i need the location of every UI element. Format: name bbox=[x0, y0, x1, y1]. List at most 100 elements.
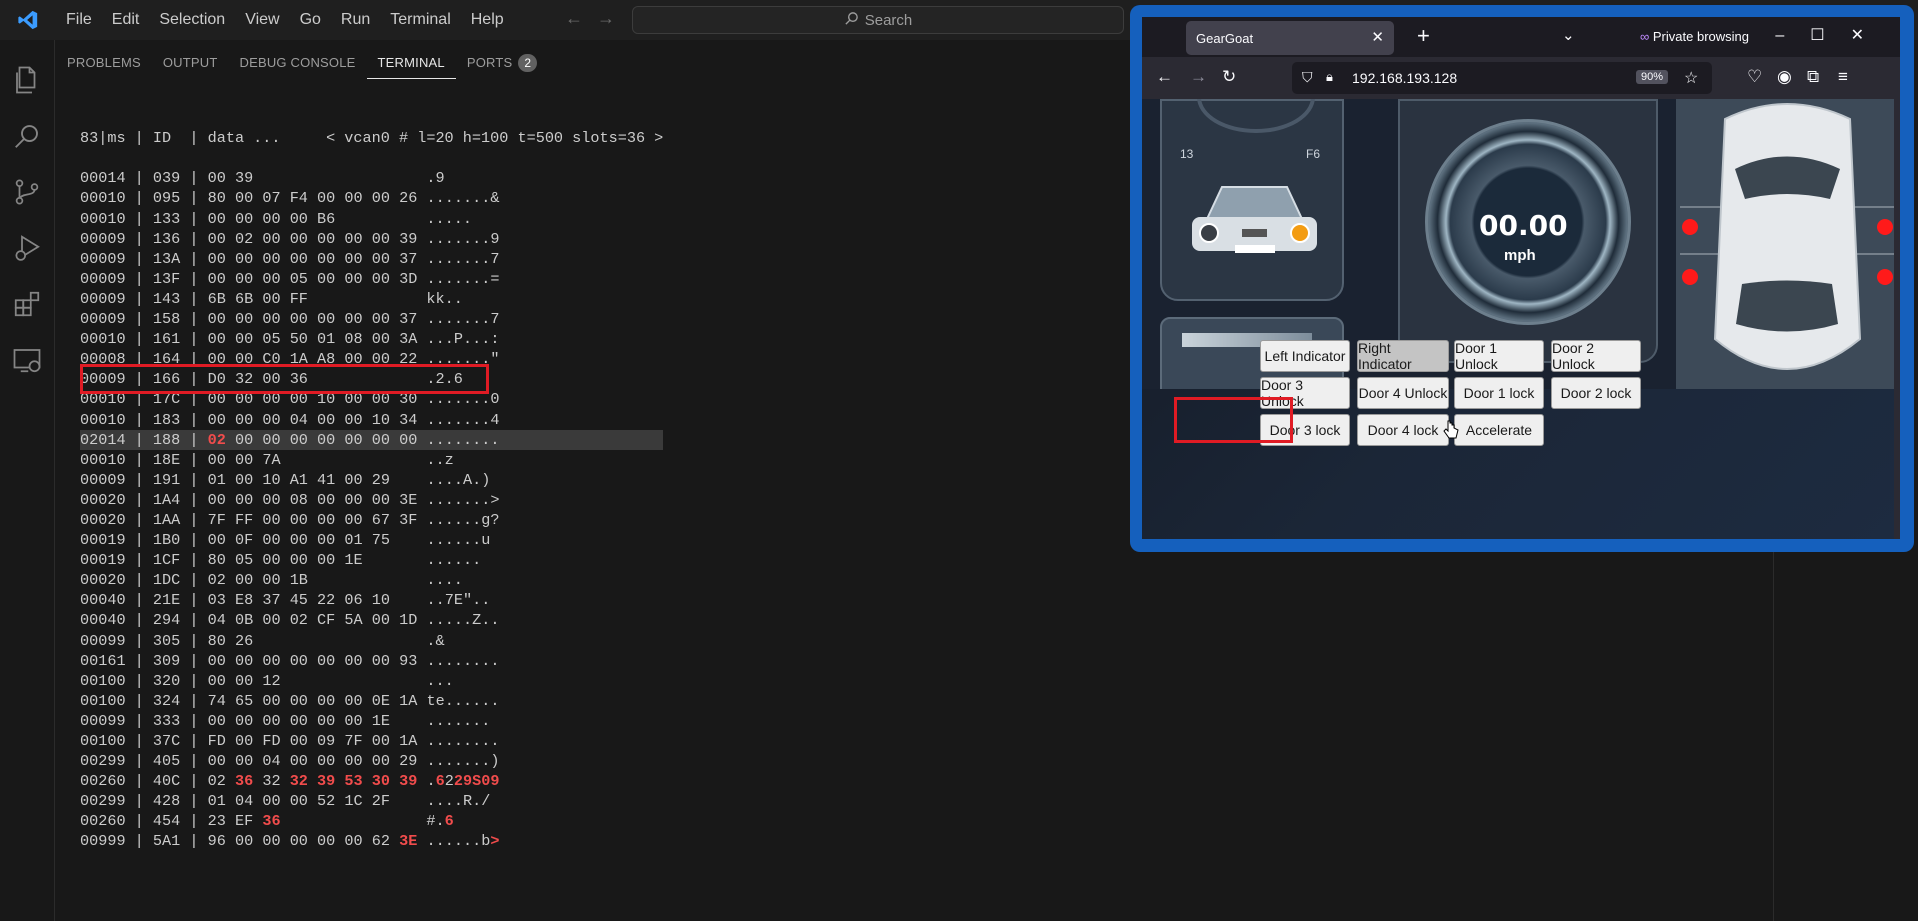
pocket-icon[interactable]: ♡ bbox=[1747, 67, 1762, 87]
url-text[interactable]: 192.168.193.128 bbox=[1352, 70, 1457, 86]
terminal-ascii-char: 0 bbox=[490, 390, 500, 409]
terminal-ascii-char: . bbox=[462, 711, 473, 730]
door2-unlock-button[interactable]: Door 2 Unlock bbox=[1551, 340, 1641, 372]
extensions-icon[interactable] bbox=[0, 276, 54, 332]
shield-icon[interactable]: ⛉ bbox=[1302, 69, 1313, 86]
remote-explorer-icon[interactable] bbox=[0, 332, 54, 388]
terminal-byte: 67 bbox=[371, 510, 390, 529]
tab-debug-console[interactable]: DEBUG CONSOLE bbox=[229, 48, 367, 78]
right-indicator-button[interactable]: Right Indicator bbox=[1357, 340, 1449, 372]
forward-icon[interactable]: → bbox=[1190, 67, 1207, 87]
terminal-byte: 00 bbox=[344, 510, 363, 529]
chevron-down-icon[interactable]: ⌄ bbox=[1562, 26, 1575, 44]
terminal-row: 00260 | 454 | 23 EF 36 #.6 bbox=[80, 811, 663, 831]
tab-terminal[interactable]: TERMINAL bbox=[366, 48, 456, 79]
terminal-byte: 62 bbox=[371, 832, 390, 851]
door4-unlock-button[interactable]: Door 4 Unlock bbox=[1357, 377, 1449, 409]
terminal-ascii-char: . bbox=[435, 450, 445, 469]
terminal-byte: 00 bbox=[344, 691, 363, 710]
terminal-byte: 00 bbox=[207, 410, 226, 429]
page-scrollbar[interactable] bbox=[1894, 99, 1900, 539]
terminal-ascii-char: . bbox=[453, 711, 463, 730]
terminal-ascii-char: t bbox=[426, 691, 436, 710]
reload-icon[interactable]: ↻ bbox=[1222, 67, 1236, 87]
terminal-ascii-char: . bbox=[481, 269, 491, 288]
terminal-ascii-char: . bbox=[481, 229, 491, 248]
account-icon[interactable]: ◉ bbox=[1777, 67, 1792, 87]
zoom-level[interactable]: 90% bbox=[1636, 70, 1669, 84]
terminal-byte: 00 bbox=[289, 531, 308, 550]
terminal-output[interactable]: 83|ms | ID | data ... < vcan0 # l=20 h=1… bbox=[80, 88, 664, 852]
terminal-byte: 00 bbox=[234, 430, 254, 449]
terminal-byte: 50 bbox=[289, 330, 308, 349]
terminal-ascii-char: . bbox=[444, 490, 454, 509]
tab-problems[interactable]: PROBLEMS bbox=[56, 48, 152, 78]
terminal-byte: 00 bbox=[317, 510, 336, 529]
url-bar[interactable]: ⛉ 🔒︎ 192.168.193.128 90% ☆ bbox=[1292, 62, 1712, 94]
extensions-puzzle-icon[interactable]: ⧉ bbox=[1807, 67, 1819, 87]
terminal-byte: 00 bbox=[234, 330, 254, 349]
door1-unlock-button[interactable]: Door 1 Unlock bbox=[1454, 340, 1544, 372]
accelerate-button[interactable]: Accelerate bbox=[1454, 414, 1544, 446]
ports-count-badge: 2 bbox=[518, 54, 538, 72]
close-window-icon[interactable]: ✕ bbox=[1851, 27, 1890, 44]
tab-ports[interactable]: PORTS 2 bbox=[456, 48, 548, 78]
menu-selection[interactable]: Selection bbox=[149, 0, 235, 40]
terminal-byte: 41 bbox=[317, 470, 336, 489]
terminal-byte: 00 bbox=[289, 209, 308, 228]
menu-go[interactable]: Go bbox=[290, 0, 331, 40]
terminal-byte: 00 bbox=[207, 490, 226, 509]
terminal-byte: 02 bbox=[207, 430, 226, 449]
command-center-search[interactable]: Search bbox=[632, 6, 1124, 34]
terminal-byte: 03 bbox=[207, 591, 226, 610]
tab-output[interactable]: OUTPUT bbox=[152, 48, 229, 78]
door1-lock-button[interactable]: Door 1 lock bbox=[1454, 377, 1544, 409]
terminal-row: 00014 | 039 | 00 39 .9 bbox=[80, 168, 663, 188]
menu-edit[interactable]: Edit bbox=[102, 0, 150, 40]
terminal-ascii-char: . bbox=[426, 772, 436, 791]
terminal-ascii-char: . bbox=[435, 269, 445, 288]
search-icon[interactable] bbox=[0, 108, 54, 164]
menu-file[interactable]: File bbox=[56, 0, 102, 40]
terminal-ascii-char: . bbox=[444, 611, 454, 630]
close-tab-icon[interactable]: ✕ bbox=[1371, 28, 1384, 46]
terminal-byte: 02 bbox=[207, 772, 226, 791]
terminal-byte: 07 bbox=[262, 189, 281, 208]
hamburger-menu-icon[interactable]: ≡ bbox=[1838, 67, 1848, 87]
terminal-byte: 00 bbox=[207, 450, 226, 469]
terminal-row: 00020 | 1A4 | 00 00 00 08 00 00 00 3E ..… bbox=[80, 490, 663, 510]
terminal-ascii-char: 6 bbox=[435, 772, 445, 791]
terminal-ascii-char: . bbox=[481, 410, 491, 429]
terminal-byte: 36 bbox=[262, 812, 281, 831]
minimize-icon[interactable]: – bbox=[1775, 27, 1810, 44]
terminal-row: 00260 | 40C | 02 36 32 32 39 53 30 39 .6… bbox=[80, 771, 663, 791]
door4-lock-button[interactable]: Door 4 lock bbox=[1357, 414, 1449, 446]
terminal-byte: 00 bbox=[207, 671, 226, 690]
menu-terminal[interactable]: Terminal bbox=[380, 0, 460, 40]
terminal-byte: 00 bbox=[207, 330, 226, 349]
terminal-byte: 45 bbox=[289, 591, 308, 610]
bookmark-star-icon[interactable]: ☆ bbox=[1684, 68, 1698, 88]
menu-run[interactable]: Run bbox=[331, 0, 380, 40]
window-controls[interactable]: –☐✕ bbox=[1775, 25, 1890, 45]
terminal-ascii-char: . bbox=[481, 732, 491, 750]
explorer-icon[interactable] bbox=[0, 52, 54, 108]
lock-icon[interactable]: 🔒︎ bbox=[1326, 69, 1333, 85]
terminal-ascii-char: . bbox=[453, 651, 463, 670]
terminal-byte: 10 bbox=[371, 410, 390, 429]
new-tab-icon[interactable]: + bbox=[1417, 23, 1430, 49]
door2-lock-button[interactable]: Door 2 lock bbox=[1551, 377, 1641, 409]
run-debug-icon[interactable] bbox=[0, 220, 54, 276]
terminal-ascii-char: . bbox=[472, 711, 482, 730]
menu-help[interactable]: Help bbox=[461, 0, 514, 40]
maximize-icon[interactable]: ☐ bbox=[1810, 27, 1850, 44]
browser-tab[interactable]: GearGoat ✕ bbox=[1186, 21, 1394, 55]
menu-view[interactable]: View bbox=[235, 0, 289, 40]
back-icon[interactable]: ← bbox=[1156, 67, 1173, 87]
terminal-byte: 1A bbox=[399, 732, 418, 750]
left-indicator-button[interactable]: Left Indicator bbox=[1260, 340, 1350, 372]
history-nav-arrows[interactable]: ←→ bbox=[565, 8, 629, 29]
terminal-byte: 00 bbox=[371, 249, 390, 268]
terminal-byte: 00 bbox=[207, 651, 226, 670]
source-control-icon[interactable] bbox=[0, 164, 54, 220]
